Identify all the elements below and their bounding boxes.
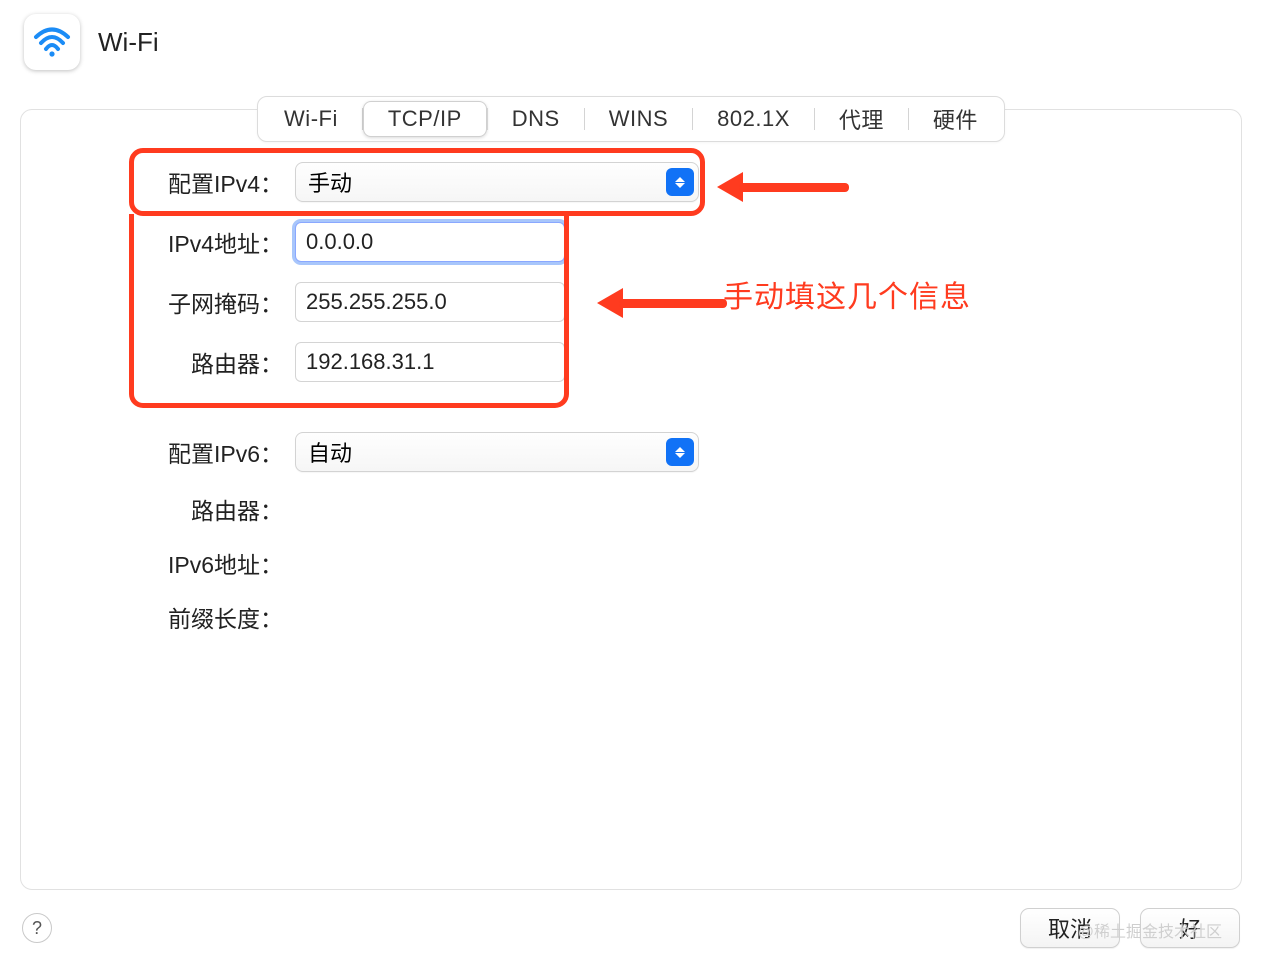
ipv6-address-label: IPv6地址： — [137, 546, 283, 580]
cancel-button[interactable]: 取消 — [1020, 908, 1120, 948]
help-button[interactable]: ? — [22, 913, 52, 943]
router-ipv4-input[interactable] — [295, 342, 565, 382]
configure-ipv6-select[interactable]: 自动 — [295, 432, 699, 472]
page-title: Wi-Fi — [98, 27, 159, 58]
configure-ipv4-label: 配置IPv4： — [137, 165, 283, 199]
configure-ipv4-select[interactable]: 手动 — [295, 162, 699, 202]
prefix-length-label: 前缀长度： — [137, 600, 283, 634]
chevron-up-down-icon — [666, 438, 694, 466]
tab-wifi[interactable]: Wi-Fi — [260, 102, 362, 136]
annotation-arrow — [717, 172, 849, 202]
tab-hardware[interactable]: 硬件 — [909, 99, 1002, 139]
configure-ipv4-value: 手动 — [308, 166, 352, 198]
configure-ipv6-label: 配置IPv6： — [137, 435, 283, 469]
wifi-icon — [24, 14, 80, 70]
tab-8021x[interactable]: 802.1X — [693, 102, 814, 136]
chevron-up-down-icon — [666, 168, 694, 196]
settings-panel: Wi-Fi TCP/IP DNS WINS 802.1X 代理 硬件 手动填这几… — [20, 109, 1242, 890]
annotation-text: 手动填这几个信息 — [723, 272, 971, 316]
tab-wins[interactable]: WINS — [585, 102, 692, 136]
router-ipv4-label: 路由器： — [137, 345, 283, 379]
tab-proxy[interactable]: 代理 — [815, 99, 908, 139]
tab-tcpip[interactable]: TCP/IP — [363, 101, 487, 137]
router-ipv6-label: 路由器： — [137, 492, 283, 526]
subnet-mask-input[interactable] — [295, 282, 565, 322]
configure-ipv6-value: 自动 — [308, 436, 352, 468]
annotation-arrow — [597, 288, 727, 318]
tabs-container: Wi-Fi TCP/IP DNS WINS 802.1X 代理 硬件 — [257, 96, 1005, 142]
ipv4-address-label: IPv4地址： — [137, 225, 283, 259]
tab-dns[interactable]: DNS — [488, 102, 584, 136]
ok-button[interactable]: 好 — [1140, 908, 1240, 948]
ipv4-address-input[interactable] — [295, 222, 565, 262]
subnet-mask-label: 子网掩码： — [137, 285, 283, 319]
